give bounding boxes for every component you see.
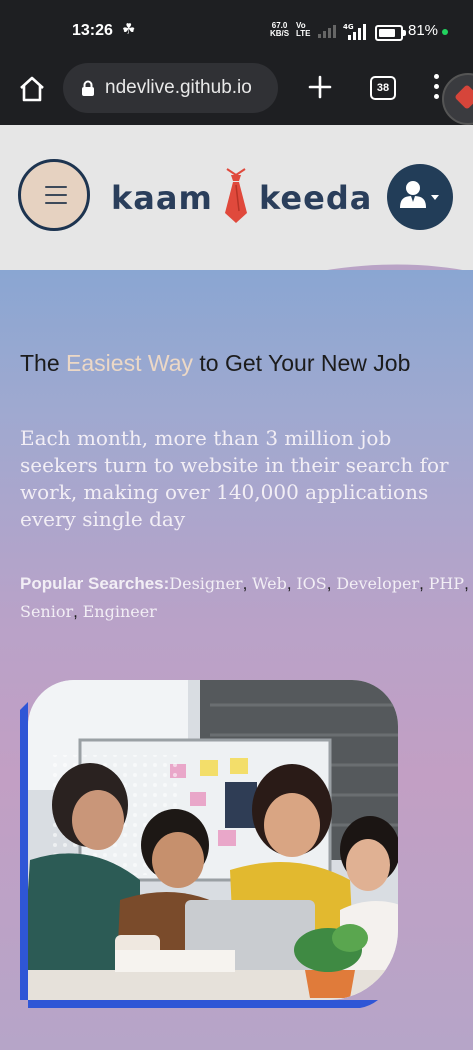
caret-down-icon: [431, 195, 439, 200]
tabs-icon[interactable]: 38: [370, 76, 396, 100]
logo-left-word: kaam: [111, 179, 213, 217]
lock-icon: [82, 80, 94, 96]
popular-tag-php[interactable]: PHP: [429, 574, 464, 593]
battery-fill: [379, 29, 395, 37]
logo-right-word: keeda: [259, 179, 373, 217]
popular-tag-web[interactable]: Web: [252, 574, 287, 593]
popular-tag-designer[interactable]: Designer: [169, 574, 242, 593]
home-icon[interactable]: [16, 73, 48, 105]
hero-subtitle: Each month, more than 3 million job seek…: [20, 426, 449, 531]
popular-tag-senior[interactable]: Senior: [20, 602, 73, 621]
privacy-dot-icon: [442, 29, 448, 35]
signal-icon-sim2: 4G: [343, 23, 366, 40]
hamburger-icon: [45, 186, 67, 210]
popular-tag-ios[interactable]: IOS: [296, 574, 326, 593]
plus-icon[interactable]: [305, 72, 335, 102]
network-speed-unit: KB/S: [270, 29, 290, 38]
notification-icon: ☘: [122, 21, 136, 38]
headline-before: The: [20, 350, 67, 376]
status-bar: 13:26 ☘ 67.0 KB/S Vo LTE 4G 81%: [0, 0, 473, 60]
headline-after: to Get Your New Job: [193, 350, 411, 376]
battery-percent: 81%: [408, 22, 439, 39]
tie-icon: [225, 168, 247, 223]
status-time: 13:26: [72, 22, 113, 39]
volte-mid: LTE: [296, 29, 311, 38]
headline-accent: Easiest Way: [66, 350, 193, 376]
signal-icon-sim1: [318, 25, 336, 38]
volte-indicator: Vo LTE: [296, 22, 311, 38]
network-speed: 67.0 KB/S: [270, 22, 289, 38]
url-text: ndevlive.github.io: [105, 77, 252, 98]
popular-searches: Popular Searches:Designer, Web, IOS, Dev…: [20, 574, 469, 621]
address-bar[interactable]: ndevlive.github.io: [63, 63, 278, 113]
hero-team-photo: [20, 680, 398, 1008]
user-menu-button[interactable]: [387, 164, 453, 230]
popular-tag-developer[interactable]: Developer: [336, 574, 419, 593]
floating-bubble-icon[interactable]: [442, 73, 473, 125]
popular-searches-label: Popular Searches:: [20, 574, 170, 593]
hero-headline: The Easiest Way to Get Your New Job: [20, 350, 410, 377]
hamburger-menu-button[interactable]: [18, 159, 90, 231]
kebab-menu-icon[interactable]: [431, 74, 441, 102]
browser-toolbar: ndevlive.github.io 38: [0, 60, 473, 125]
signal-label: 4G: [343, 23, 354, 31]
popular-tag-engineer[interactable]: Engineer: [83, 602, 157, 621]
user-avatar-icon: [400, 181, 439, 208]
battery-icon: [375, 25, 406, 41]
